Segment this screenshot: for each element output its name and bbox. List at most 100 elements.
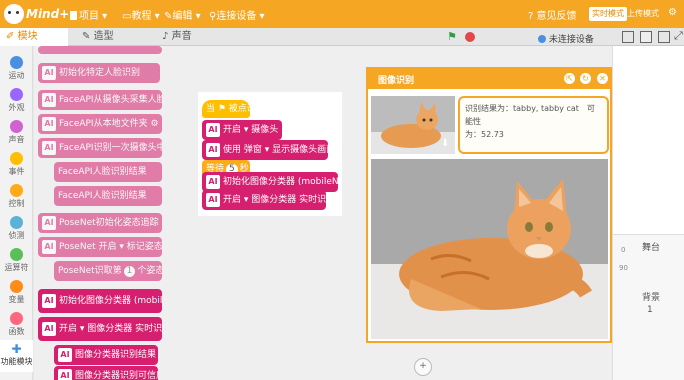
palette-block-faceapi-result-1[interactable]: FaceAPI人脸识别结果 xyxy=(54,162,162,182)
cat-camera-image xyxy=(371,159,608,339)
feedback-link[interactable]: ? 意见反馈 xyxy=(528,7,577,22)
ai-icon: AI xyxy=(206,174,220,189)
control-dot-icon xyxy=(10,184,23,197)
upload-mode-button[interactable]: 上传模式 xyxy=(624,7,662,21)
app-logo[interactable]: Mind+ xyxy=(4,3,69,25)
blocks-icon: ✐ xyxy=(6,31,15,42)
gear-icon: ⚙ xyxy=(150,119,159,129)
coord-1: 0 xyxy=(621,246,626,254)
stop-icon[interactable] xyxy=(465,32,475,42)
block-init-classifier[interactable]: AI初始化图像分类器 (mobileNet) xyxy=(202,172,338,192)
ai-icon: AI xyxy=(206,122,220,137)
wrench-icon: ✚ xyxy=(11,342,22,356)
tab-sounds[interactable]: ♪ 声音 xyxy=(156,28,212,46)
menu-connect-device[interactable]: ⚲连接设备 ▾ xyxy=(209,7,265,22)
palette-block-faceapi-folder[interactable]: AI FaceAPI从本地文件夹 ⚙ xyxy=(38,114,162,134)
script-area: 当 ⚑ 被点击 AI开启 ▾ 摄像头 AI使用 弹窗 ▾ 显示摄像头画面 等待5… xyxy=(198,92,342,216)
motion-dot-icon xyxy=(10,56,23,69)
status-dot-icon xyxy=(538,35,546,43)
ai-icon: AI xyxy=(206,142,220,157)
ai-icon: AI xyxy=(58,347,72,362)
gear-icon[interactable]: ⚙ xyxy=(668,7,677,18)
palette-block-init-face[interactable]: AI 初始化特定人脸识别 xyxy=(38,63,160,83)
stage-panel: 舞台 背景 1 0 90 xyxy=(612,46,684,380)
ai-icon: AI xyxy=(42,65,56,80)
palette-block-classifier-confidence[interactable]: AI 图像分类器识别可信度 xyxy=(54,366,158,380)
category-variables[interactable]: 变量 xyxy=(0,276,33,308)
palette-block-init-classifier[interactable]: AI初始化图像分类器 (mobileNet) xyxy=(38,289,162,313)
ai-icon: AI xyxy=(42,293,56,308)
category-operators[interactable]: 运算符 xyxy=(0,244,33,276)
functions-dot-icon xyxy=(10,312,23,325)
sound-icon: ♪ xyxy=(162,31,169,42)
realtime-mode-button[interactable]: 实时模式 xyxy=(589,7,627,21)
ai-icon: AI xyxy=(206,192,220,207)
camera-thumbnail: ⬇ xyxy=(371,96,455,154)
refresh-icon[interactable]: ↻ xyxy=(580,73,591,84)
camera-preview xyxy=(371,159,608,339)
backdrop-label: 背景 xyxy=(642,293,661,303)
large-stage-icon[interactable] xyxy=(658,31,670,43)
category-sensing[interactable]: 侦测 xyxy=(0,212,33,244)
palette-block-faceapi-result-2[interactable]: FaceAPI人脸识别结果 xyxy=(54,186,162,206)
category-events[interactable]: 事件 xyxy=(0,148,33,180)
tab-blocks[interactable]: ✐ 模块 xyxy=(0,28,68,46)
stage-label: 舞台 xyxy=(642,243,661,253)
category-sidebar: 运动 外观 声音 事件 控制 侦测 运算符 变量 函数 ✚ 功能模块 xyxy=(0,46,33,380)
popout-icon[interactable]: ⇱ xyxy=(564,73,575,84)
green-flag-icon[interactable]: ⚑ xyxy=(447,31,459,43)
block-palette: AI初始化特定人脸识别 AIFaceAPI从摄像头采集人脸数据 AIFaceAP… xyxy=(34,46,162,380)
split-layout-icon[interactable] xyxy=(640,31,652,43)
ai-icon: AI xyxy=(42,321,56,336)
category-looks[interactable]: 外观 xyxy=(0,84,33,116)
ai-icon: AI xyxy=(42,239,56,254)
dialog-header[interactable]: 图像识别 ⇱ ↻ ✕ xyxy=(368,69,610,89)
block-start-camera[interactable]: AI 开启 ▾ 摄像头 xyxy=(202,120,282,140)
ai-icon: AI xyxy=(42,215,56,230)
zoom-in-icon[interactable]: + xyxy=(414,358,432,376)
palette-block-posenet-get[interactable]: PoseNet识取第 1 个姿态 xyxy=(54,261,162,281)
close-icon[interactable]: ✕ xyxy=(597,73,608,84)
tab-costumes[interactable]: ✎ 造型 xyxy=(76,28,132,46)
help-icon: ? xyxy=(528,11,534,22)
looks-dot-icon xyxy=(10,88,23,101)
palette-block-start-classifier[interactable]: AI 开启 ▾ 图像分类器 实时识别 xyxy=(38,317,162,341)
backdrop-count: 1 xyxy=(647,305,653,315)
palette-block-classifier-result[interactable]: AI 图像分类器识别结果 xyxy=(54,345,158,365)
palette-block-partial[interactable] xyxy=(38,46,162,54)
small-stage-icon[interactable] xyxy=(622,31,634,43)
image-recognition-dialog: 图像识别 ⇱ ↻ ✕ ⬇ 识别结果为：tabby, tabby cat 可能性 … xyxy=(366,67,612,343)
sensing-dot-icon xyxy=(10,216,23,229)
logo-cat-icon xyxy=(4,4,24,24)
category-functions[interactable]: 函数 xyxy=(0,308,33,340)
sound-dot-icon xyxy=(10,120,23,133)
category-sound[interactable]: 声音 xyxy=(0,116,33,148)
coord-2: 90 xyxy=(619,264,628,272)
fullscreen-icon[interactable]: ⤢ xyxy=(674,29,683,43)
connection-status: 未连接设备 xyxy=(538,32,594,45)
palette-block-posenet-mark[interactable]: AIPoseNet 开启 ▾ 标记姿态关键点 xyxy=(38,237,162,257)
ai-icon: AI xyxy=(42,116,56,131)
menu-project[interactable]: 项目 ▾ xyxy=(70,7,107,22)
palette-block-faceapi-capture[interactable]: AIFaceAPI从摄像头采集人脸数据 xyxy=(38,90,162,110)
operators-dot-icon xyxy=(10,248,23,261)
variables-dot-icon xyxy=(10,280,23,293)
download-icon[interactable]: ⬇ xyxy=(441,138,449,149)
posenet-index-input[interactable]: 1 xyxy=(123,266,136,277)
category-control[interactable]: 控制 xyxy=(0,180,33,212)
category-motion[interactable]: 运动 xyxy=(0,52,33,84)
block-start-classifier[interactable]: AI开启 ▾ 图像分类器 实时识别 xyxy=(202,190,326,210)
menu-edit[interactable]: ✎编辑 ▾ xyxy=(164,7,201,22)
ai-icon: AI xyxy=(42,140,56,155)
category-extensions[interactable]: ✚ 功能模块 xyxy=(0,340,33,372)
palette-block-faceapi-recognize[interactable]: AIFaceAPI识别一次摄像头中的人 xyxy=(38,138,162,158)
ai-icon: AI xyxy=(58,368,72,380)
recognition-result-box: 识别结果为：tabby, tabby cat 可能性 为：52.73 xyxy=(458,96,609,154)
dialog-title: 图像识别 xyxy=(378,76,415,86)
block-show-camera-view[interactable]: AI使用 弹窗 ▾ 显示摄像头画面 xyxy=(202,140,328,160)
menu-tutorial[interactable]: ▭教程 ▾ xyxy=(122,7,160,22)
palette-block-posenet-init[interactable]: AI PoseNet初始化姿态追踪 xyxy=(38,213,162,233)
costume-icon: ✎ xyxy=(82,31,91,42)
hat-block-when-flag-clicked[interactable]: 当 ⚑ 被点击 xyxy=(202,100,250,118)
stage-toolbar: ⚑ 未连接设备 ⤢ xyxy=(445,28,684,46)
